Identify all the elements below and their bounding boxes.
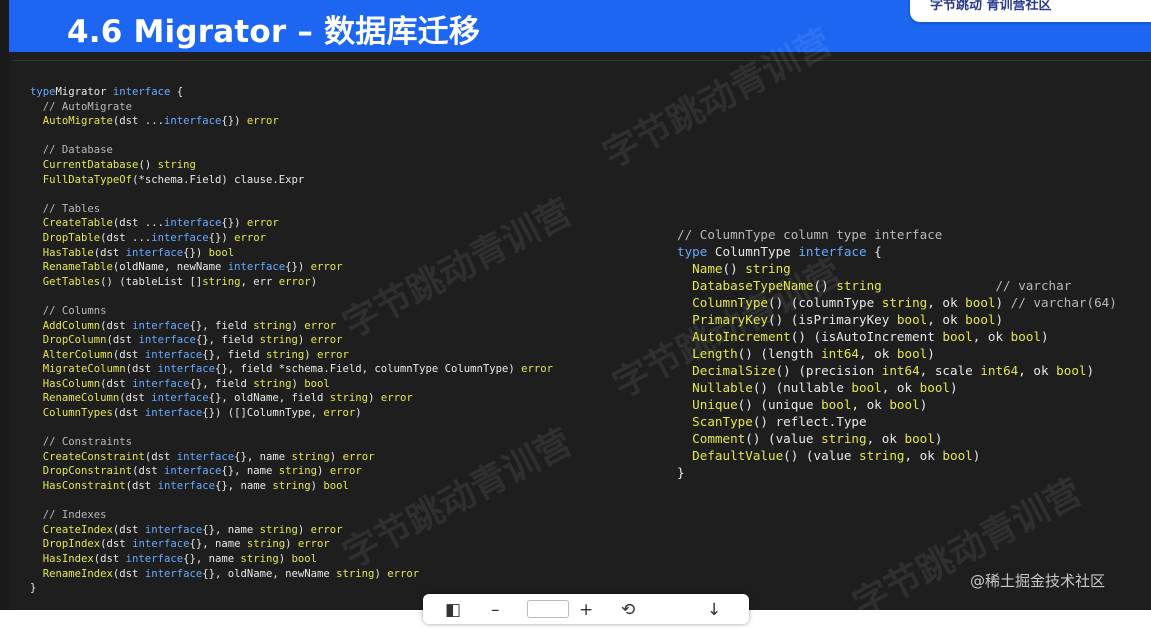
zoom-out-button[interactable]: – xyxy=(491,600,500,620)
code-right-line: Unique() (unique bool, ok bool) xyxy=(677,397,928,412)
code-right-line: DatabaseTypeName() string // varchar xyxy=(677,278,1072,293)
left-edge-strip xyxy=(0,0,9,610)
code-left-line xyxy=(30,129,553,144)
code-left-line: DropConstraint(dst interface{}, name str… xyxy=(30,465,362,478)
code-right-line: DefaultValue() (value string, ok bool) xyxy=(677,448,981,463)
code-right-line: PrimaryKey() (isPrimaryKey bool, ok bool… xyxy=(677,312,1004,327)
code-left-line: HasConstraint(dst interface{}, name stri… xyxy=(30,480,349,493)
code-left-line: HasTable(dst interface{}) bool xyxy=(30,246,235,259)
code-left-line: AutoMigrate(dst ...interface{}) error xyxy=(30,115,279,128)
download-button[interactable]: ↓ xyxy=(707,600,721,620)
code-left-line: typeMigrator interface { xyxy=(30,86,184,98)
juejin-watermark: @稀土掘金技术社区 xyxy=(970,572,1106,590)
code-left-line: RenameIndex(dst interface{}, oldName, ne… xyxy=(30,567,420,580)
code-left-line: DropTable(dst ...interface{}) error xyxy=(30,231,267,244)
code-right-line: AutoIncrement() (isAutoIncrement bool, o… xyxy=(677,329,1049,344)
slide-title: 4.6 Migrator – 数据库迁移 xyxy=(67,14,481,50)
sidebar-toggle-button[interactable]: ◧ xyxy=(445,600,461,620)
code-left-line: CreateIndex(dst interface{}, name string… xyxy=(30,523,343,536)
code-left-line: GetTables() (tableList []string, err err… xyxy=(30,275,318,288)
code-left-line: // Columns xyxy=(30,304,107,317)
rotate-button[interactable]: ⟲ xyxy=(621,600,635,620)
code-left-line: CreateTable(dst ...interface{}) error xyxy=(30,217,279,230)
code-right-line: } xyxy=(677,465,685,480)
code-left-line: AddColumn(dst interface{}, field string)… xyxy=(30,319,337,332)
code-right-line: ColumnType() (columnType string, ok bool… xyxy=(677,295,1117,310)
code-right-line: type ColumnType interface { xyxy=(677,244,882,259)
code-left-line xyxy=(30,421,553,436)
code-left-line xyxy=(30,187,553,202)
columntype-interface-code: // ColumnType column type interface type … xyxy=(677,226,1117,481)
code-left-line: // Constraints xyxy=(30,436,133,449)
code-left-line: // Database xyxy=(30,144,113,157)
code-left-line: AlterColumn(dst interface{}, field strin… xyxy=(30,348,349,361)
code-right-line: Comment() (value string, ok bool) xyxy=(677,431,943,446)
zoom-in-button[interactable]: + xyxy=(579,600,593,620)
code-panel-divider xyxy=(13,60,1151,69)
code-left-line: DropIndex(dst interface{}, name string) … xyxy=(30,538,330,551)
code-right-line: Nullable() (nullable bool, ok bool) xyxy=(677,380,958,395)
code-left-line: FullDataTypeOf(*schema.Field) clause.Exp… xyxy=(30,173,305,186)
zoom-level-field[interactable] xyxy=(527,600,569,618)
code-left-line: HasColumn(dst interface{}, field string)… xyxy=(30,377,330,390)
code-left-line: MigrateColumn(dst interface{}, field *sc… xyxy=(30,363,554,376)
code-left-line xyxy=(30,494,553,509)
code-right-line: DecimalSize() (precision int64, scale in… xyxy=(677,363,1095,378)
code-left-line: // AutoMigrate xyxy=(30,100,133,113)
code-left-line: ColumnTypes(dst interface{}) ([]ColumnTy… xyxy=(30,407,362,420)
code-right-line: Name() string xyxy=(677,261,791,276)
code-right-line: ScanType() reflect.Type xyxy=(677,414,867,429)
code-right-line: // ColumnType column type interface xyxy=(677,227,943,242)
viewer-toolbar: ◧ – + ⟲ ↓ xyxy=(423,594,749,624)
code-left-line: HasIndex(dst interface{}, name string) b… xyxy=(30,553,318,565)
code-left-line xyxy=(30,289,553,304)
code-left-line: DropColumn(dst interface{}, field string… xyxy=(30,334,343,347)
migrator-interface-code: typeMigrator interface { // AutoMigrate … xyxy=(30,85,553,596)
code-left-line: RenameColumn(dst interface{}, oldName, f… xyxy=(30,392,413,405)
code-right-line: Length() (length int64, ok bool) xyxy=(677,346,935,361)
brand-logo: 字节跳动 青训营社区 xyxy=(930,0,1052,13)
code-left-line: CurrentDatabase() string xyxy=(30,158,196,171)
code-left-line: // Tables xyxy=(30,202,101,215)
code-left-line: // Indexes xyxy=(30,509,107,522)
code-left-line: CreateConstraint(dst interface{}, name s… xyxy=(30,450,375,463)
code-left-line: RenameTable(oldName, newName interface{}… xyxy=(30,261,343,274)
